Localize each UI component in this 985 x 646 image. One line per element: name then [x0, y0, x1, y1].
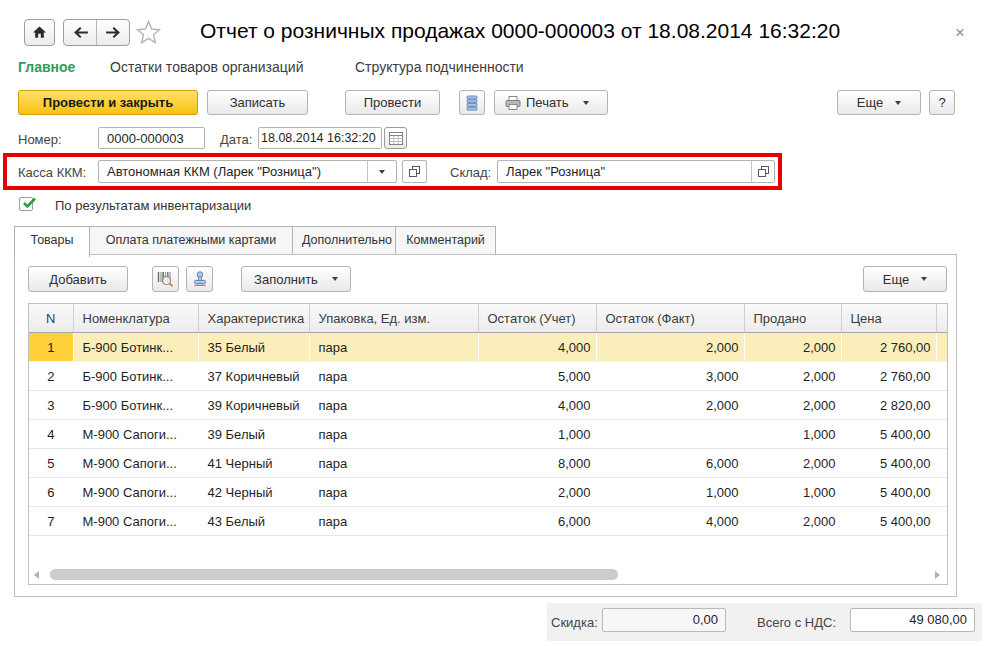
discount-field[interactable]: 0,00 [602, 608, 726, 632]
print-button-label: Печать [526, 95, 569, 110]
col-header-n[interactable]: N [29, 304, 73, 333]
forward-button[interactable] [96, 20, 129, 45]
kkm-value: Автономная ККМ (Ларек "Розница") [99, 164, 367, 179]
scrollbar-thumb[interactable] [50, 569, 618, 580]
post-and-close-button[interactable]: Провести и закрыть [18, 90, 198, 115]
col-header-sold[interactable]: Продано [744, 304, 841, 333]
stamp-icon [192, 271, 208, 287]
table-row[interactable]: 2 Б-900 Ботинк... 37 Коричневый пара 5,0… [29, 362, 947, 391]
number-field[interactable]: 0000-000003 [98, 127, 205, 149]
table-header-row: N Номенклатура Характеристика Упаковка, … [29, 304, 947, 333]
post-button[interactable]: Провести [345, 90, 440, 115]
table-row[interactable]: 3 Б-900 Ботинк... 39 Коричневый пара 4,0… [29, 391, 947, 420]
table-row[interactable]: 1 Б-900 Ботинк... 35 Белый пара 4,000 2,… [29, 333, 947, 362]
date-label: Дата: [220, 132, 252, 147]
table-row[interactable]: 7 М-900 Сапоги... 43 Белый пара 6,000 4,… [29, 507, 947, 536]
more-button-label: Еще [857, 95, 883, 110]
stamp-button[interactable] [186, 266, 213, 292]
more-button[interactable]: Еще [837, 90, 921, 115]
add-row-button[interactable]: Добавить [28, 266, 128, 292]
scroll-right-arrow-icon[interactable] [935, 571, 940, 579]
col-header-characteristic[interactable]: Характеристика [198, 304, 309, 333]
table-row[interactable]: 4 М-900 Сапоги... 39 Белый пара 1,000 1,… [29, 420, 947, 449]
kkm-dropdown-button[interactable] [368, 170, 396, 174]
fill-dropdown-arrow-icon [332, 277, 338, 281]
col-header-nomenclature[interactable]: Номенклатура [73, 304, 198, 333]
kkm-label: Касса ККМ: [18, 165, 86, 180]
warehouse-value: Ларек "Розница" [498, 164, 751, 179]
fill-button-label: Заполнить [254, 272, 318, 287]
help-button[interactable]: ? [929, 90, 955, 115]
date-field[interactable]: 18.08.2014 16:32:20 [258, 127, 382, 149]
tab-additional[interactable]: Дополнительно [292, 226, 402, 257]
open-icon [409, 166, 420, 177]
write-button[interactable]: Записать [207, 90, 308, 115]
calendar-icon [389, 132, 403, 145]
discount-label: Скидка: [551, 615, 598, 630]
items-more-button-label: Еще [883, 272, 909, 287]
items-more-dropdown-arrow-icon [921, 277, 927, 281]
tab-comment[interactable]: Комментарий [395, 226, 496, 257]
col-header-filler [936, 304, 947, 333]
kkm-dropdown-arrow-icon [379, 170, 385, 174]
table-row[interactable]: 5 М-900 Сапоги... 41 Черный пара 8,000 6… [29, 449, 947, 478]
scroll-left-arrow-icon[interactable] [34, 571, 39, 579]
col-header-price[interactable]: Цена [841, 304, 936, 333]
home-icon [33, 26, 46, 39]
kkm-combo-field[interactable]: Автономная ККМ (Ларек "Розница") [98, 160, 397, 183]
items-grid: N Номенклатура Характеристика Упаковка, … [29, 304, 948, 536]
postings-stack-icon [466, 95, 478, 111]
barcode-scan-button[interactable] [152, 266, 179, 292]
warehouse-label: Склад: [450, 165, 491, 180]
forward-icon [106, 27, 121, 38]
table-row[interactable]: 6 М-900 Сапоги... 42 Черный пара 2,000 1… [29, 478, 947, 507]
total-label: Всего с НДС: [757, 615, 836, 630]
fill-button[interactable]: Заполнить [241, 266, 351, 292]
inventory-checkbox[interactable] [19, 197, 33, 211]
horizontal-scrollbar[interactable] [29, 566, 947, 583]
col-header-unit[interactable]: Упаковка, Ед. изм. [309, 304, 478, 333]
checkmark-icon [22, 197, 37, 210]
print-dropdown-arrow-icon [583, 101, 589, 105]
tab-goods[interactable]: Товары [14, 226, 90, 257]
items-table: N Номенклатура Характеристика Упаковка, … [28, 303, 948, 585]
show-postings-button[interactable] [459, 90, 485, 115]
inventory-checkbox-label: По результатам инвентаризации [55, 198, 251, 213]
kkm-open-button[interactable] [402, 160, 427, 183]
tab-card-payments[interactable]: Оплата платежными картами [83, 226, 299, 257]
print-button[interactable]: Печать [494, 90, 608, 115]
back-icon [73, 27, 88, 38]
date-value: 18.08.2014 16:32:20 [259, 131, 381, 145]
total-field[interactable]: 49 080,00 [850, 608, 975, 632]
items-more-button[interactable]: Еще [863, 266, 947, 292]
barcode-scanner-icon [157, 271, 174, 287]
totals-band: Скидка: 0,00 Всего с НДС: 49 080,00 [547, 603, 982, 641]
nav-link-main[interactable]: Главное [18, 59, 75, 75]
nav-link-structure[interactable]: Структура подчиненности [355, 59, 524, 75]
back-button[interactable] [64, 20, 96, 45]
home-button[interactable] [24, 19, 55, 46]
open-icon [758, 166, 769, 177]
number-label: Номер: [18, 132, 62, 147]
warehouse-field[interactable]: Ларек "Розница" [497, 160, 775, 183]
nav-link-stock[interactable]: Остатки товаров организаций [110, 59, 303, 75]
col-header-stock-fact[interactable]: Остаток (Факт) [596, 304, 744, 333]
more-dropdown-arrow-icon [895, 101, 901, 105]
col-header-stock-plan[interactable]: Остаток (Учет) [478, 304, 596, 333]
printer-icon [505, 96, 521, 110]
favorite-star-icon[interactable] [136, 20, 161, 45]
close-icon[interactable]: × [955, 24, 965, 41]
warehouse-open-button[interactable] [752, 166, 774, 177]
window-title: Отчет о розничных продажах 0000-000003 о… [200, 19, 840, 43]
history-nav-group [63, 19, 130, 46]
date-picker-button[interactable] [384, 127, 407, 149]
retail-sales-report-window: Отчет о розничных продажах 0000-000003 о… [0, 0, 985, 646]
number-value: 0000-000003 [99, 131, 204, 146]
